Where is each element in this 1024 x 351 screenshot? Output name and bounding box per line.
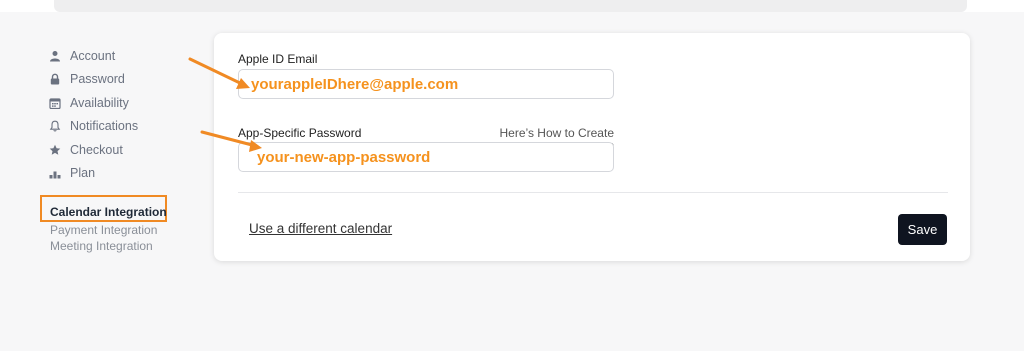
sidebar-item-notifications[interactable]: Notifications [48, 115, 208, 139]
sidebar-item-label: Notifications [70, 119, 139, 134]
sidebar-item-label: Password [70, 72, 125, 87]
lock-icon [48, 72, 62, 86]
top-header-bar [54, 0, 967, 12]
use-different-calendar-link[interactable]: Use a different calendar [249, 221, 392, 236]
sidebar-item-label: Plan [70, 166, 96, 181]
save-button[interactable]: Save [898, 214, 947, 245]
app-specific-password-input[interactable] [239, 143, 613, 171]
sidebar-item-password[interactable]: Password [48, 68, 208, 92]
sidebar-item-label: Checkout [70, 142, 123, 157]
arrow-annotation-password [200, 130, 262, 152]
sidebar-item-payment-integration[interactable]: Payment Integration [50, 223, 157, 237]
sidebar-item-availability[interactable]: Availability [48, 91, 208, 115]
sidebar-item-plan[interactable]: Plan [48, 162, 208, 186]
calendar-settings-card: Apple ID Email App-Specific Password Her… [214, 33, 970, 261]
sidebar-item-label: Availability [70, 95, 129, 110]
bar-chart-icon [48, 166, 62, 180]
sidebar-item-meeting-integration[interactable]: Meeting Integration [50, 239, 153, 253]
sidebar-item-checkout[interactable]: Checkout [48, 138, 208, 162]
password-field-wrapper [238, 142, 614, 172]
user-icon [48, 49, 62, 63]
bell-icon [48, 119, 62, 133]
sidebar-item-calendar-integration[interactable]: Calendar Integration [50, 205, 167, 219]
apple-id-email-input[interactable] [239, 70, 613, 98]
sidebar-item-label: Account [70, 48, 116, 63]
settings-sidebar: Account Password Availability Notificati… [40, 44, 208, 253]
star-icon [48, 143, 62, 157]
calendar-icon [48, 96, 62, 110]
arrow-annotation-email [188, 57, 250, 89]
divider [238, 192, 948, 193]
sidebar-item-account[interactable]: Account [48, 44, 208, 68]
email-field-wrapper [238, 69, 614, 99]
